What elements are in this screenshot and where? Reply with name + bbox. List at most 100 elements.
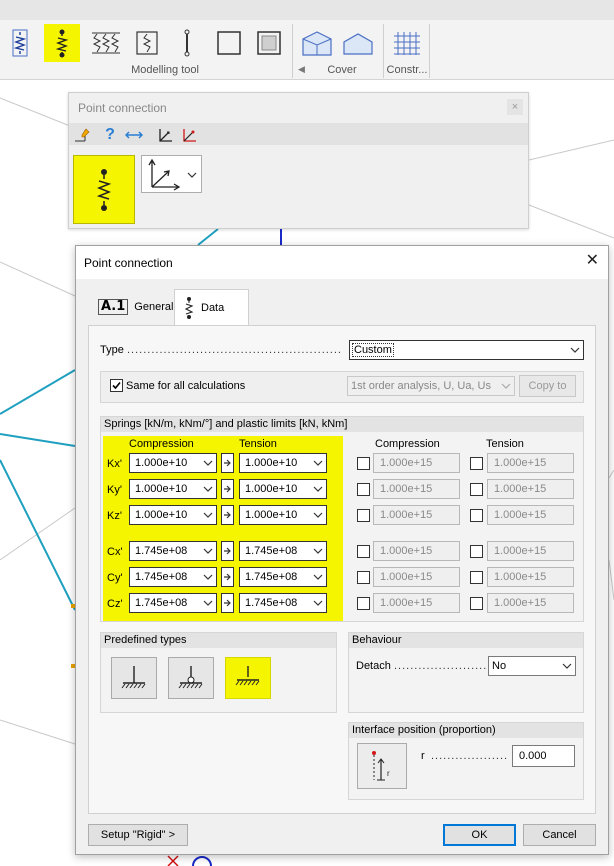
svg-text:r: r (387, 769, 390, 778)
tool-panel-title: Point connection (78, 101, 167, 115)
spring-compression-select[interactable]: 1.745e+08 (129, 541, 217, 561)
type-select[interactable]: Custom (349, 340, 584, 360)
chevron-down-icon (313, 460, 323, 466)
cancel-button[interactable]: Cancel (523, 824, 596, 846)
limit-tension-checkbox[interactable] (470, 457, 483, 470)
limit-compression-checkbox[interactable] (357, 545, 370, 558)
checkmark-icon (112, 381, 121, 390)
tab-data[interactable]: Data (174, 289, 249, 325)
dialog-close-button[interactable]: ✕ (586, 253, 599, 269)
spring-tension-select[interactable]: 1.745e+08 (239, 593, 327, 613)
limit-tension-checkbox[interactable] (470, 597, 483, 610)
limit-compression-checkbox[interactable] (357, 571, 370, 584)
swap-direction-icon[interactable] (125, 126, 143, 143)
limit-tension-checkbox[interactable] (470, 545, 483, 558)
limit-compression-checkbox[interactable] (357, 457, 370, 470)
chevron-down-icon (187, 172, 197, 178)
limit-tension-field[interactable]: 1.000e+15 (487, 479, 574, 499)
copy-to-tension-button[interactable] (221, 453, 234, 473)
copy-to-tension-button[interactable] (221, 567, 234, 587)
limit-tension-checkbox[interactable] (470, 571, 483, 584)
chevron-down-icon (313, 512, 323, 518)
interface-position-button[interactable]: r (357, 743, 407, 789)
limit-compression-field[interactable]: 1.000e+15 (373, 541, 460, 561)
spring-tension-select[interactable]: 1.000e+10 (239, 479, 327, 499)
ribbon-spring-support-button[interactable] (2, 24, 38, 62)
spring-compression-select[interactable]: 1.000e+10 (129, 453, 217, 473)
limit-compression-field[interactable]: 1.000e+15 (373, 453, 460, 473)
spring-row-label: Cz' (107, 598, 123, 610)
limit-tension-field[interactable]: 1.000e+15 (487, 567, 574, 587)
copy-to-tension-button[interactable] (221, 541, 234, 561)
spring-tension-select[interactable]: 1.745e+08 (239, 541, 327, 561)
limit-compression-field[interactable]: 1.000e+15 (373, 505, 460, 525)
same-for-all-checkbox[interactable] (110, 379, 123, 392)
predefined-hinged-button[interactable] (111, 657, 157, 699)
r-value-field[interactable]: 0.000 (512, 745, 575, 767)
arrow-right-icon (224, 599, 231, 607)
spring-compression-select[interactable]: 1.000e+10 (129, 479, 217, 499)
chevron-down-icon (203, 574, 213, 580)
analysis-select[interactable]: 1st order analysis, U, Ua, Us (347, 376, 515, 396)
link-rod-icon (184, 29, 190, 57)
spring-tension-select[interactable]: 1.745e+08 (239, 567, 327, 587)
limit-compression-field[interactable]: 1.000e+15 (373, 567, 460, 587)
help-icon[interactable]: ? (101, 126, 119, 143)
ok-button[interactable]: OK (443, 824, 516, 846)
detach-select[interactable]: No (488, 656, 576, 676)
copy-to-tension-button[interactable] (221, 479, 234, 499)
predefined-fixed-button[interactable] (225, 657, 271, 699)
limit-tension-field[interactable]: 1.000e+15 (487, 453, 574, 473)
limit-compression-field[interactable]: 1.000e+15 (373, 593, 460, 613)
tab-general[interactable]: A.1 General (90, 290, 181, 324)
spring-tension-select[interactable]: 1.000e+10 (239, 453, 327, 473)
setup-rigid-button[interactable]: Setup "Rigid" > (88, 824, 188, 846)
edit-properties-icon[interactable] (73, 126, 91, 143)
copy-to-button[interactable]: Copy to (519, 375, 576, 397)
spring-value: 1.000e+10 (135, 483, 188, 495)
limit-tension-field[interactable]: 1.000e+15 (487, 541, 574, 561)
ribbon-link-button[interactable] (169, 24, 205, 62)
limit-compression-checkbox[interactable] (357, 509, 370, 522)
limit-tension-field[interactable]: 1.000e+15 (487, 505, 574, 525)
spring-tension-select[interactable]: 1.000e+10 (239, 505, 327, 525)
spring-compression-select[interactable]: 1.000e+10 (129, 505, 217, 525)
ribbon-cover-box-button[interactable] (299, 24, 335, 62)
ribbon-point-connection-button[interactable] (44, 24, 80, 62)
r-label: r (421, 750, 425, 762)
limit-compression-field[interactable]: 1.000e+15 (373, 479, 460, 499)
point-connection-dialog: Point connection ✕ A.1 General Data Type… (75, 245, 609, 855)
cover-box-icon (302, 31, 332, 56)
coordinate-system-dropdown[interactable] (141, 155, 202, 193)
copy-to-tension-button[interactable] (221, 593, 234, 613)
spring-value: 1.000e+10 (245, 483, 298, 495)
ribbon-area-button[interactable] (211, 24, 247, 62)
spring-value: 1.000e+10 (245, 509, 298, 521)
ribbon-cover-roof-button[interactable] (340, 24, 376, 62)
global-axes-icon[interactable] (181, 126, 199, 143)
spring-compression-select[interactable]: 1.745e+08 (129, 567, 217, 587)
cover-roof-icon (343, 33, 373, 55)
point-connection-type-tile[interactable] (73, 155, 135, 224)
interface-position-header: Interface position (proportion) (349, 723, 583, 738)
ribbon-framed-spring-button[interactable] (129, 24, 165, 62)
limit-tension-field[interactable]: 1.000e+15 (487, 593, 574, 613)
spring-compression-select[interactable]: 1.745e+08 (129, 593, 217, 613)
tool-panel-close-button[interactable]: × (507, 99, 523, 115)
predefined-roller-button[interactable] (168, 657, 214, 699)
roller-support-icon (178, 666, 203, 689)
chevron-down-icon (562, 663, 572, 669)
limit-compression-checkbox[interactable] (357, 483, 370, 496)
ribbon-filled-area-button[interactable] (251, 24, 287, 62)
ribbon-multi-spring-button[interactable] (88, 24, 124, 62)
limit-compression-checkbox[interactable] (357, 597, 370, 610)
limit-compression-header: Compression (375, 438, 440, 450)
local-axes-icon[interactable] (157, 126, 175, 143)
limit-tension-checkbox[interactable] (470, 483, 483, 496)
framed-spring-icon (136, 31, 158, 55)
copy-to-tension-button[interactable] (221, 505, 234, 525)
chevron-down-icon (203, 460, 213, 466)
limit-tension-checkbox[interactable] (470, 509, 483, 522)
spring-row-label: Kx' (107, 458, 122, 470)
ribbon-construction-grid-button[interactable] (389, 24, 425, 62)
